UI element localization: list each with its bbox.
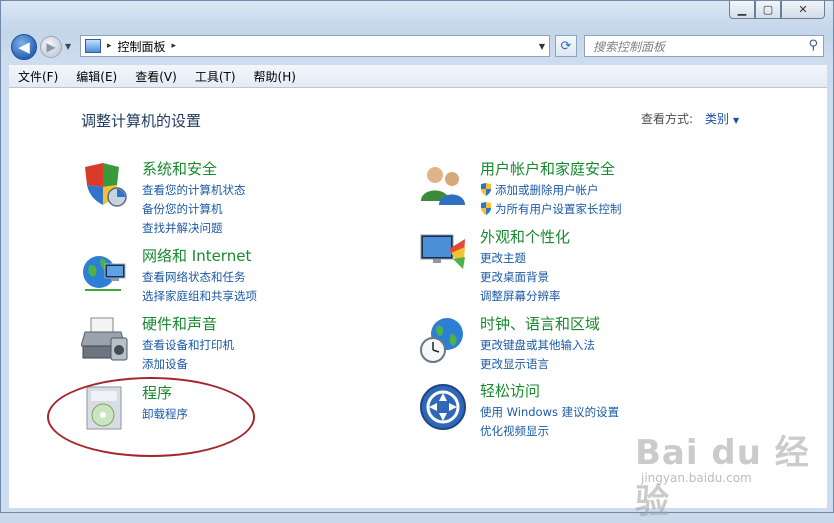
- address-dropdown-icon[interactable]: ▼: [539, 42, 545, 51]
- link-add-device[interactable]: 添加设备: [142, 356, 188, 372]
- link-keyboard-input[interactable]: 更改键盘或其他输入法: [480, 337, 595, 353]
- link-devices-printers[interactable]: 查看设备和打印机: [142, 337, 234, 353]
- category-title[interactable]: 硬件和声音: [142, 313, 217, 334]
- view-by-value[interactable]: 类别: [705, 112, 729, 126]
- link-screen-resolution[interactable]: 调整屏幕分辨率: [480, 288, 561, 304]
- printer-icon[interactable]: [81, 316, 129, 364]
- clock-globe-icon[interactable]: [419, 316, 467, 364]
- category-title[interactable]: 外观和个性化: [480, 226, 570, 247]
- search-icon[interactable]: ⚲: [808, 38, 818, 53]
- window-controls: ▁ ▢ ✕: [729, 1, 825, 19]
- category-title[interactable]: 网络和 Internet: [142, 245, 251, 266]
- appearance-icon[interactable]: [419, 229, 467, 277]
- forward-button[interactable]: ▶: [40, 36, 62, 58]
- ease-of-access-icon[interactable]: [419, 383, 467, 431]
- page-title: 调整计算机的设置: [81, 112, 202, 130]
- recent-pages-dropdown[interactable]: ▼: [65, 42, 71, 51]
- uac-shield-icon: [481, 183, 491, 196]
- control-panel-icon: [85, 39, 101, 53]
- search-input[interactable]: [591, 37, 795, 57]
- menu-help[interactable]: 帮助(H): [245, 68, 305, 85]
- menu-view[interactable]: 查看(V): [126, 68, 186, 85]
- link-view-computer-status[interactable]: 查看您的计算机状态: [142, 182, 246, 198]
- view-by-label: 查看方式:: [641, 112, 694, 126]
- link-homegroup-sharing[interactable]: 选择家庭组和共享选项: [142, 288, 257, 304]
- link-parental-controls[interactable]: 为所有用户设置家长控制: [480, 201, 622, 217]
- link-label[interactable]: 为所有用户设置家长控制: [495, 202, 622, 216]
- category-title[interactable]: 时钟、语言和区域: [480, 313, 600, 334]
- menu-edit[interactable]: 编辑(E): [67, 68, 126, 85]
- link-backup-computer[interactable]: 备份您的计算机: [142, 201, 223, 217]
- refresh-button[interactable]: ⟳: [555, 35, 577, 57]
- globe-network-icon[interactable]: [81, 248, 129, 296]
- uac-shield-icon: [481, 202, 491, 215]
- navigation-bar: ◀ ▶ ▼ ▸ 控制面板 ▸ ▼ ⟳ ⚲: [9, 33, 829, 61]
- shield-icon[interactable]: [81, 161, 129, 209]
- window: ▁ ▢ ✕ ◀ ▶ ▼ ▸ 控制面板 ▸ ▼ ⟳ ⚲ 文件(F) 编辑(E) 查…: [0, 0, 834, 522]
- menu-file[interactable]: 文件(F): [9, 68, 67, 85]
- watermark-url: jingyan.baidu.com: [641, 471, 752, 485]
- chevron-down-icon[interactable]: ▼: [733, 116, 739, 125]
- address-root-chevron[interactable]: ▸: [107, 41, 112, 51]
- address-bar[interactable]: ▸ 控制面板 ▸ ▼: [80, 35, 550, 57]
- link-recommended-settings[interactable]: 使用 Windows 建议的设置: [480, 404, 619, 420]
- link-label[interactable]: 添加或删除用户帐户: [495, 183, 599, 197]
- highlight-ellipse: [47, 377, 255, 457]
- link-change-theme[interactable]: 更改主题: [480, 250, 526, 266]
- maximize-button[interactable]: ▢: [755, 1, 781, 19]
- link-change-background[interactable]: 更改桌面背景: [480, 269, 549, 285]
- link-troubleshoot[interactable]: 查找并解决问题: [142, 220, 223, 236]
- category-title[interactable]: 系统和安全: [142, 158, 217, 179]
- category-title[interactable]: 轻松访问: [480, 380, 540, 401]
- users-icon[interactable]: [419, 161, 467, 209]
- link-add-remove-accounts[interactable]: 添加或删除用户帐户: [480, 182, 599, 198]
- menu-tools[interactable]: 工具(T): [186, 68, 245, 85]
- breadcrumb-chevron[interactable]: ▸: [172, 41, 177, 51]
- search-box[interactable]: ⚲: [584, 35, 824, 57]
- back-button[interactable]: ◀: [11, 34, 37, 60]
- minimize-button[interactable]: ▁: [729, 1, 755, 19]
- view-by-select[interactable]: 类别 ▼: [705, 110, 739, 127]
- category-title[interactable]: 用户帐户和家庭安全: [480, 158, 615, 179]
- link-display-language[interactable]: 更改显示语言: [480, 356, 549, 372]
- breadcrumb-control-panel[interactable]: 控制面板: [118, 38, 166, 55]
- close-button[interactable]: ✕: [781, 1, 825, 19]
- link-optimize-display[interactable]: 优化视频显示: [480, 423, 549, 439]
- menu-bar: 文件(F) 编辑(E) 查看(V) 工具(T) 帮助(H): [9, 65, 827, 88]
- link-network-status[interactable]: 查看网络状态和任务: [142, 269, 246, 285]
